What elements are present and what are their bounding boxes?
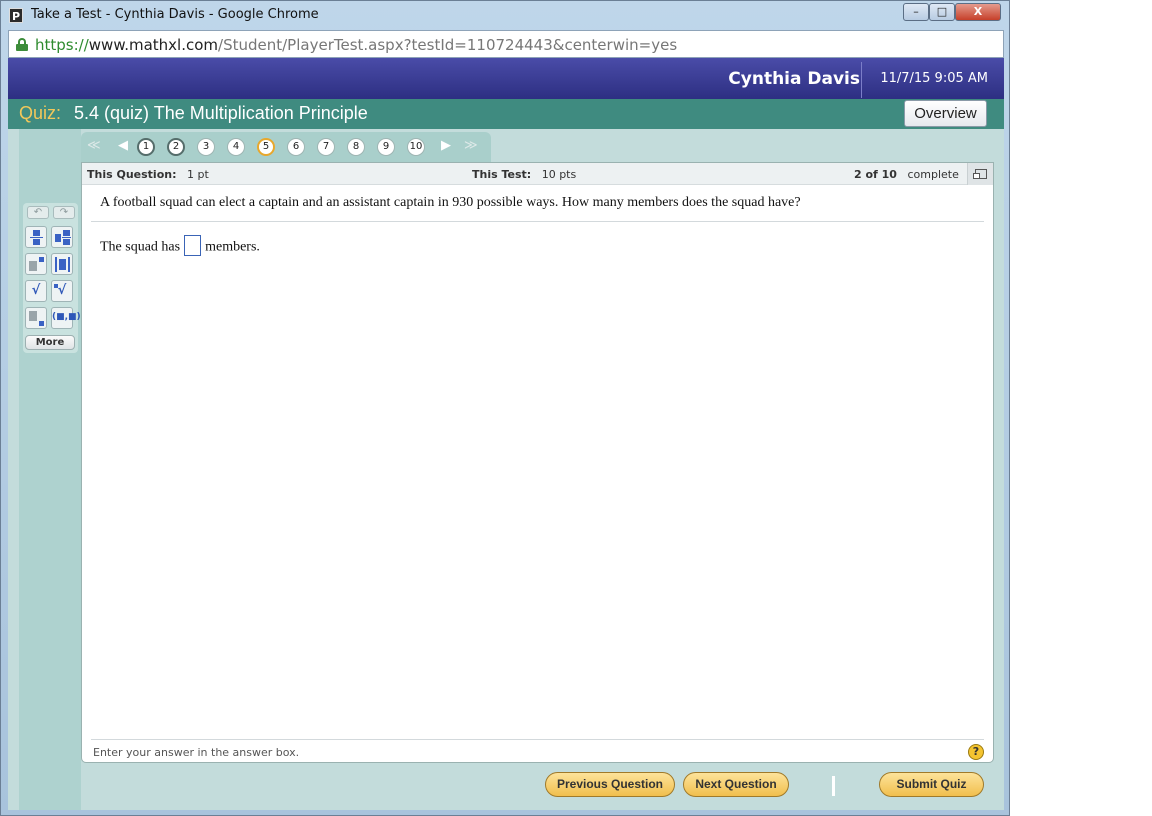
mixed-number-icon[interactable] bbox=[51, 226, 73, 248]
question-panel: This Question: 1 pt This Test: 10 pts 2 … bbox=[81, 162, 994, 763]
quiz-title: 5.4 (quiz) The Multiplication Principle bbox=[74, 103, 368, 123]
quiz-label: Quiz: bbox=[19, 103, 62, 123]
submit-quiz-button[interactable]: Submit Quiz bbox=[879, 772, 984, 797]
maximize-button[interactable]: □ bbox=[929, 3, 955, 21]
question-number-1[interactable]: 1 bbox=[137, 138, 155, 156]
next-question-icon[interactable]: ▶ bbox=[441, 138, 451, 154]
question-number-7[interactable]: 7 bbox=[317, 138, 335, 156]
question-number-10[interactable]: 10 bbox=[407, 138, 425, 156]
url-text[interactable]: https://www.mathxl.com/Student/PlayerTes… bbox=[35, 36, 677, 54]
question-divider bbox=[91, 221, 984, 222]
url-protocol: https:// bbox=[35, 36, 89, 54]
expand-icon[interactable] bbox=[967, 163, 993, 185]
url-path: /Student/PlayerTest.aspx?testId=11072444… bbox=[218, 36, 678, 54]
interval-glyph: (■,■) bbox=[52, 312, 81, 322]
last-question-icon[interactable]: ≫ bbox=[464, 138, 478, 154]
progress-info: 2 of 10 complete bbox=[854, 168, 959, 181]
math-palette: ↶ ↷ √ √ (■,■) More bbox=[23, 203, 81, 353]
this-test-info: This Test: 10 pts bbox=[472, 168, 576, 181]
minimize-button[interactable]: – bbox=[903, 3, 929, 21]
question-number-2[interactable]: 2 bbox=[167, 138, 185, 156]
prev-question-icon[interactable]: ◀ bbox=[118, 138, 128, 154]
answer-suffix: members. bbox=[205, 239, 260, 255]
user-name: Cynthia Davis bbox=[728, 69, 860, 89]
fraction-icon[interactable] bbox=[25, 226, 47, 248]
this-question-label: This Question: bbox=[87, 168, 177, 181]
question-navigator: ≪ ◀ 1 2 3 4 5 6 7 8 9 10 ▶ ≫ bbox=[81, 132, 491, 162]
browser-window: P Take a Test - Cynthia Davis - Google C… bbox=[0, 0, 1010, 816]
next-question-button[interactable]: Next Question bbox=[683, 772, 789, 797]
hint-text: Enter your answer in the answer box. bbox=[93, 746, 300, 759]
overview-button[interactable]: Overview bbox=[904, 100, 987, 127]
this-test-label: This Test: bbox=[472, 168, 532, 181]
nth-root-icon[interactable]: √ bbox=[51, 280, 73, 302]
question-number-4[interactable]: 4 bbox=[227, 138, 245, 156]
this-test-value: 10 pts bbox=[541, 168, 577, 181]
window-title: Take a Test - Cynthia Davis - Google Chr… bbox=[31, 7, 319, 22]
progress-count: 2 of 10 bbox=[854, 168, 897, 181]
quiz-bar: Quiz: 5.4 (quiz) The Multiplication Prin… bbox=[8, 99, 1004, 129]
absolute-value-icon[interactable] bbox=[51, 253, 73, 275]
square-root-icon[interactable]: √ bbox=[25, 280, 47, 302]
help-icon[interactable]: ? bbox=[968, 744, 984, 760]
exponent-icon[interactable] bbox=[25, 253, 47, 275]
first-question-icon[interactable]: ≪ bbox=[87, 138, 101, 154]
question-number-3[interactable]: 3 bbox=[197, 138, 215, 156]
datetime: 11/7/15 9:05 AM bbox=[880, 71, 988, 86]
question-number-9[interactable]: 9 bbox=[377, 138, 395, 156]
redo-icon[interactable]: ↷ bbox=[53, 206, 75, 219]
undo-icon[interactable]: ↶ bbox=[27, 206, 49, 219]
lock-icon bbox=[16, 38, 28, 51]
button-separator bbox=[832, 776, 835, 796]
this-question-value: 1 pt bbox=[187, 168, 209, 181]
info-bar: This Question: 1 pt This Test: 10 pts 2 … bbox=[82, 163, 993, 185]
answer-line: The squad has members. bbox=[100, 235, 260, 258]
page-header: Cynthia Davis 11/7/15 9:05 AM bbox=[8, 58, 1004, 99]
footer-divider bbox=[91, 739, 984, 740]
interval-icon[interactable]: (■,■) bbox=[51, 307, 81, 329]
more-button[interactable]: More bbox=[25, 335, 75, 350]
previous-question-button[interactable]: Previous Question bbox=[545, 772, 675, 797]
this-question-info: This Question: 1 pt bbox=[87, 168, 209, 181]
question-number-5[interactable]: 5 bbox=[257, 138, 275, 156]
progress-label: complete bbox=[907, 168, 959, 181]
header-divider bbox=[861, 62, 862, 98]
close-button[interactable]: X bbox=[955, 3, 1001, 21]
answer-input[interactable] bbox=[184, 235, 202, 256]
answer-prefix: The squad has bbox=[100, 239, 181, 255]
app-icon: P bbox=[9, 8, 23, 23]
question-text: A football squad can elect a captain and… bbox=[100, 195, 801, 210]
address-bar[interactable]: https://www.mathxl.com/Student/PlayerTes… bbox=[8, 30, 1004, 58]
page-content: Cynthia Davis 11/7/15 9:05 AM Quiz: 5.4 … bbox=[8, 58, 1004, 810]
subscript-icon[interactable] bbox=[25, 307, 47, 329]
url-host: www.mathxl.com bbox=[88, 36, 219, 54]
question-number-6[interactable]: 6 bbox=[287, 138, 305, 156]
question-number-8[interactable]: 8 bbox=[347, 138, 365, 156]
title-bar[interactable]: P Take a Test - Cynthia Davis - Google C… bbox=[1, 1, 1009, 29]
square-root-glyph: √ bbox=[31, 283, 41, 298]
